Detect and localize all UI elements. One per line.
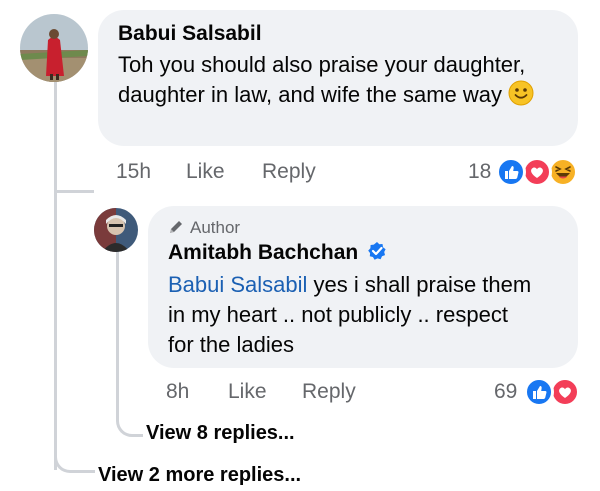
mention-link[interactable]: Babui Salsabil xyxy=(168,272,307,297)
love-icon xyxy=(550,377,580,412)
reply-bubble: Author Amitabh Bachchan Babui Salsabil y… xyxy=(148,206,578,368)
verified-badge-icon xyxy=(367,241,387,267)
reply-button[interactable]: Reply xyxy=(302,380,356,404)
smile-emoji-icon xyxy=(508,80,534,114)
view-more-replies-link[interactable]: View 2 more replies... xyxy=(98,464,301,487)
reply-timestamp[interactable]: 8h xyxy=(166,380,189,404)
avatar[interactable] xyxy=(94,208,138,252)
reaction-icons[interactable] xyxy=(524,377,582,407)
thread-line-nested xyxy=(116,248,119,408)
reaction-count[interactable]: 69 xyxy=(494,380,517,404)
comment-author-name[interactable]: Babui Salsabil xyxy=(118,22,262,46)
reply-text: Babui Salsabil yes i shall praise them i… xyxy=(168,270,538,360)
like-button[interactable]: Like xyxy=(228,380,267,404)
author-badge-label: Author xyxy=(190,218,241,237)
reply-author-link[interactable]: Amitabh Bachchan xyxy=(168,241,358,264)
avatar[interactable] xyxy=(20,14,88,82)
pencil-icon xyxy=(170,221,182,233)
comment-bubble: Babui Salsabil Toh you should also prais… xyxy=(98,10,578,146)
reply-button[interactable]: Reply xyxy=(262,160,316,184)
reaction-icons[interactable] xyxy=(496,157,582,187)
comment-timestamp[interactable]: 15h xyxy=(116,160,151,184)
love-icon xyxy=(522,157,552,192)
like-button[interactable]: Like xyxy=(186,160,225,184)
reaction-count[interactable]: 18 xyxy=(468,160,491,184)
thread-connector-reply xyxy=(54,190,94,229)
like-icon xyxy=(524,377,554,412)
haha-icon xyxy=(548,157,578,192)
view-nested-replies-link[interactable]: View 8 replies... xyxy=(146,422,295,445)
comment-body: Toh you should also praise your daughter… xyxy=(118,52,526,107)
thread-connector-more xyxy=(54,440,95,473)
reply-author-name: Amitabh Bachchan xyxy=(168,241,387,267)
thread-line-main xyxy=(54,78,57,470)
thread-connector-nested xyxy=(116,408,143,437)
comment-text: Toh you should also praise your daughter… xyxy=(118,50,558,114)
author-badge: Author xyxy=(168,218,240,238)
like-icon xyxy=(496,157,526,192)
